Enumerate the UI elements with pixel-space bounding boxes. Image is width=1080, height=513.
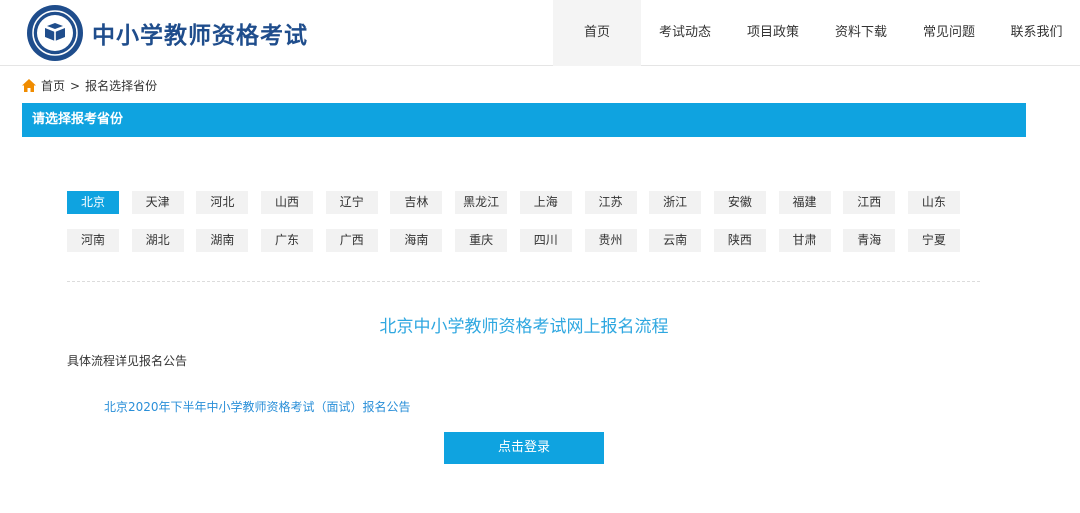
province-button[interactable]: 福建 [778,191,831,214]
province-selector: 北京 天津 河北 山西 辽宁 吉林 黑龙江 上海 江苏 浙江 安徽 福建 江西 山东 河南 湖北 湖南 广东 广西… [67,191,977,267]
detail-text: 具体流程详见报名公告 [67,354,188,368]
province-row: 河南 湖北 湖南 广东 广西 海南 重庆 四川 贵州 云南 陕西 甘肃 青海 宁夏 [67,229,977,252]
nav-contact[interactable]: 联系我们 [993,0,1080,66]
breadcrumb-current: 报名选择省份 [85,79,158,93]
registration-notice-link[interactable]: 北京2020年下半年中小学教师资格考试（面试）报名公告 [104,398,411,415]
province-button[interactable]: 安徽 [713,191,766,214]
province-button[interactable]: 宁夏 [907,229,960,252]
province-button[interactable]: 天津 [131,191,184,214]
province-button[interactable]: 上海 [519,191,572,214]
province-button[interactable]: 广东 [261,229,314,252]
section-title-bar: 请选择报考省份 [22,103,1026,137]
province-button[interactable]: 青海 [843,229,896,252]
province-button[interactable]: 海南 [390,229,443,252]
breadcrumb: 首页 > 报名选择省份 [22,77,157,94]
province-button[interactable]: 甘肃 [778,229,831,252]
main-nav: 首页 考试动态 项目政策 资料下载 常见问题 联系我们 [553,0,1080,66]
province-button[interactable]: 陕西 [713,229,766,252]
province-button[interactable]: 辽宁 [325,191,378,214]
province-button[interactable]: 湖北 [131,229,184,252]
province-button[interactable]: 河北 [196,191,249,214]
province-button[interactable]: 四川 [519,229,572,252]
province-button[interactable]: 山东 [907,191,960,214]
province-row: 北京 天津 河北 山西 辽宁 吉林 黑龙江 上海 江苏 浙江 安徽 福建 江西 山东 [67,191,977,214]
nav-downloads[interactable]: 资料下载 [817,0,905,66]
nav-policy[interactable]: 项目政策 [729,0,817,66]
province-button[interactable]: 山西 [261,191,314,214]
site-header: 中小学教师资格考试 首页 考试动态 项目政策 资料下载 常见问题 联系我们 [0,0,1080,66]
province-button[interactable]: 云南 [649,229,702,252]
login-button[interactable]: 点击登录 [444,432,604,464]
province-button[interactable]: 重庆 [455,229,508,252]
province-button[interactable]: 黑龙江 [455,191,508,214]
province-button[interactable]: 江西 [843,191,896,214]
province-button[interactable]: 广西 [325,229,378,252]
breadcrumb-home-link[interactable]: 首页 [41,77,65,94]
province-button[interactable]: 江苏 [584,191,637,214]
province-button[interactable]: 贵州 [584,229,637,252]
nav-exam-news[interactable]: 考试动态 [641,0,729,66]
home-icon [22,79,36,92]
province-button[interactable]: 湖南 [196,229,249,252]
province-button[interactable]: 浙江 [649,191,702,214]
province-button[interactable]: 吉林 [390,191,443,214]
nav-faq[interactable]: 常见问题 [905,0,993,66]
nav-home[interactable]: 首页 [553,0,641,66]
registration-flow-title: 北京中小学教师资格考试网上报名流程 [379,317,669,337]
province-button[interactable]: 河南 [67,229,119,252]
dashed-divider [67,281,980,282]
site-title[interactable]: 中小学教师资格考试 [92,16,308,50]
breadcrumb-separator: > [70,78,81,93]
province-button[interactable]: 北京 [67,191,119,214]
exam-emblem-icon[interactable] [26,4,84,62]
